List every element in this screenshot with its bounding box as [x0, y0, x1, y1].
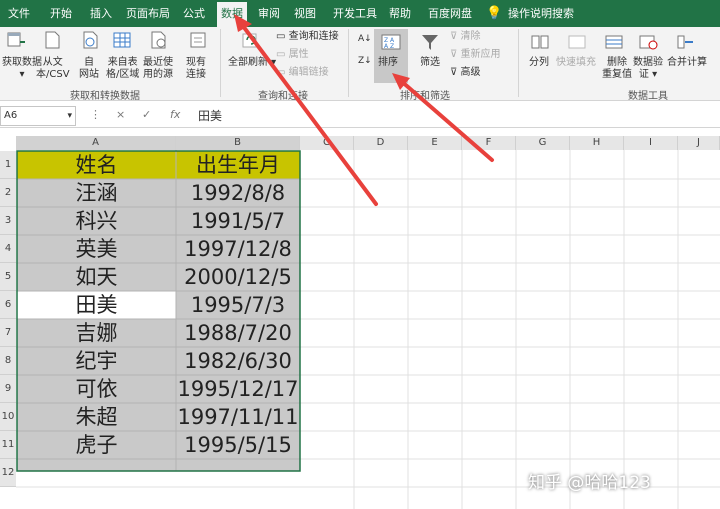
- annotation-arrows: [234, 14, 494, 206]
- watermark: 知乎 @哈哈123: [528, 473, 651, 493]
- arrow-to-data-tab: [238, 20, 378, 206]
- arrow-to-sort: [398, 78, 494, 162]
